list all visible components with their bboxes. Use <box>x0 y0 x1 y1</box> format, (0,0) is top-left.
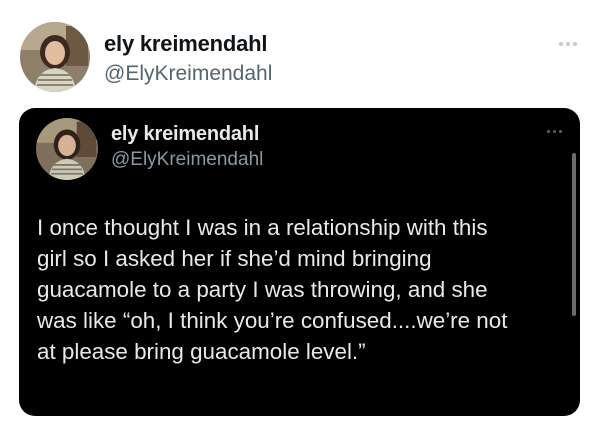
quoted-avatar[interactable] <box>36 118 98 180</box>
avatar[interactable] <box>20 22 90 92</box>
avatar-image <box>20 22 90 92</box>
display-name[interactable]: ely kreimendahl <box>104 31 268 57</box>
user-handle[interactable]: @ElyKreimendahl <box>104 62 272 86</box>
quoted-more-options-icon[interactable] <box>547 130 562 133</box>
tweet-text-line: girl so I asked her if she’d mind bringi… <box>37 246 432 271</box>
scrollbar[interactable] <box>572 153 576 316</box>
tweet-text-line: I once thought I was in a relationship w… <box>37 215 488 240</box>
avatar-image <box>36 118 98 180</box>
outer-tweet-header: ely kreimendahl @ElyKreimendahl <box>0 0 599 100</box>
quoted-display-name[interactable]: ely kreimendahl <box>111 123 259 146</box>
quoted-user-handle[interactable]: @ElyKreimendahl <box>111 149 263 171</box>
more-options-icon[interactable] <box>559 42 577 46</box>
tweet-text-line: at please bring guacamole level.” <box>37 339 366 364</box>
tweet-text: I once thought I was in a relationship w… <box>37 212 567 367</box>
tweet-text-line: guacamole to a party I was throwing, and… <box>37 277 488 302</box>
tweet-text-line: was like “oh, I think you’re confused...… <box>37 308 508 333</box>
quoted-tweet-card[interactable]: ely kreimendahl @ElyKreimendahl I once t… <box>19 108 580 416</box>
